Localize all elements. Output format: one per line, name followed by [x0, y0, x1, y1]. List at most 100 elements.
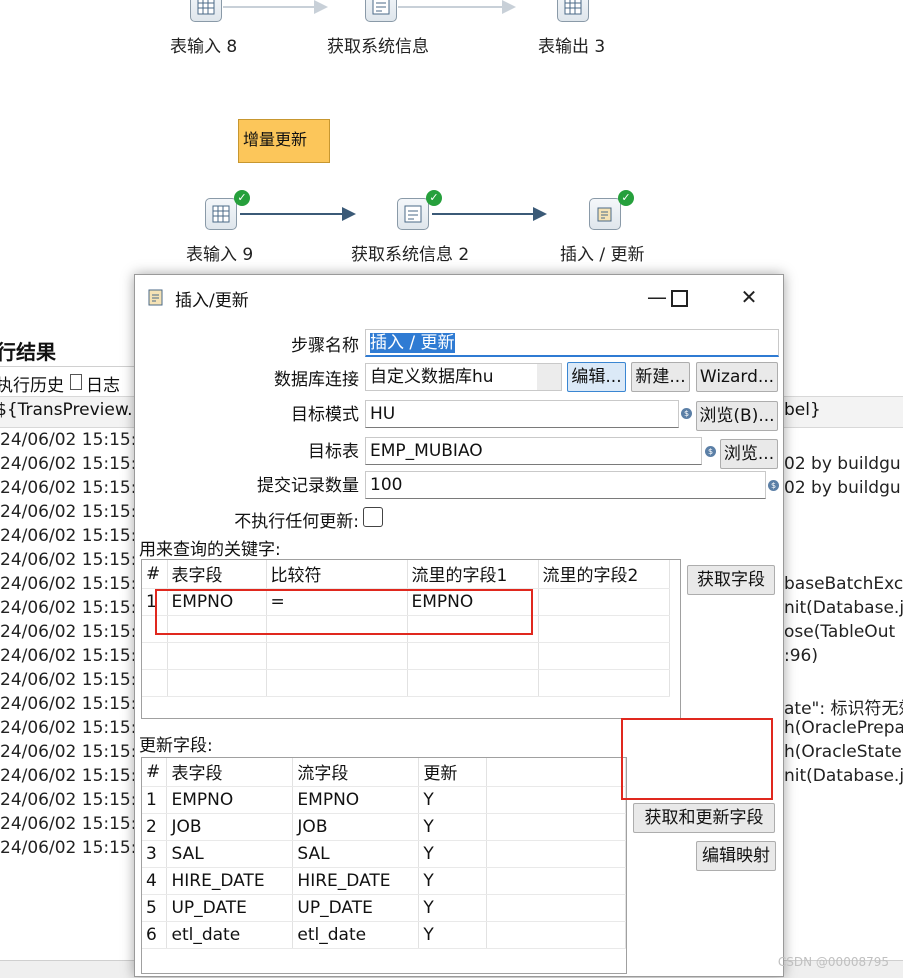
stream-field-cell[interactable]: SAL [292, 840, 420, 868]
table-row[interactable]: 1 EMPNO EMPNO Y [142, 786, 626, 814]
get-system-info-2-icon[interactable] [397, 198, 429, 230]
close-button[interactable]: ✕ [729, 281, 769, 313]
update-flag-cell[interactable]: Y [418, 840, 488, 868]
no-update-checkbox[interactable] [363, 507, 383, 527]
column-header[interactable]: 表字段 [166, 758, 294, 787]
target-schema-input[interactable]: HU [365, 400, 679, 428]
log-line: 24/06/02 15:15: [0, 766, 137, 786]
update-flag-cell[interactable]: Y [418, 786, 488, 814]
column-header[interactable]: 更新 [418, 758, 488, 787]
lookup-keys-label: 用来查询的关键字: [139, 540, 281, 560]
table-field-cell[interactable]: HIRE_DATE [166, 867, 294, 895]
success-check-icon: ✓ [618, 190, 634, 206]
log-line: 02 by buildgu [784, 454, 901, 474]
stream-field-cell[interactable]: HIRE_DATE [292, 867, 420, 895]
step-label-get-system-info: 获取系统信息 [327, 37, 429, 57]
column-header[interactable]: 比较符 [266, 560, 408, 589]
db-connection-value: 自定义数据库hu [370, 367, 494, 387]
table-field-cell[interactable]: UP_DATE [166, 894, 294, 922]
log-line: 24/06/02 15:15: [0, 574, 137, 594]
table-input-9-icon[interactable] [205, 198, 237, 230]
table-field-cell[interactable]: SAL [166, 840, 294, 868]
column-header[interactable]: 流里的字段1 [407, 560, 539, 589]
table-row[interactable]: 2 JOB JOB Y [142, 813, 626, 841]
update-flag-cell[interactable]: Y [418, 894, 488, 922]
target-table-input[interactable]: EMP_MUBIAO [365, 437, 702, 465]
update-flag-cell[interactable]: Y [418, 813, 488, 841]
browse-schema-button[interactable]: 浏览(B)... [696, 401, 778, 431]
step-name-input[interactable]: 插入 / 更新 [365, 329, 779, 357]
get-system-info-icon[interactable] [365, 0, 397, 22]
new-connection-button[interactable]: 新建... [631, 362, 690, 392]
log-line: ate": 标识符无效 [784, 699, 903, 719]
close-icon: ✕ [740, 285, 758, 309]
edit-connection-button[interactable]: 编辑... [567, 362, 626, 392]
table-field-cell[interactable]: etl_date [166, 921, 294, 949]
table-row[interactable]: 6 etl_date etl_date Y [142, 921, 626, 949]
stream-field-cell[interactable]: UP_DATE [292, 894, 420, 922]
variable-icon: $ [705, 446, 716, 457]
table-header-row: # 表字段 比较符 流里的字段1 流里的字段2 [142, 560, 670, 589]
hop-line [432, 207, 547, 221]
update-fields-label: 更新字段: [139, 736, 213, 756]
table-output-3-icon[interactable] [557, 0, 589, 22]
log-line: 24/06/02 15:15: [0, 526, 137, 546]
update-flag-cell[interactable]: Y [418, 867, 488, 895]
hop-line [240, 207, 356, 221]
dialog-title: 插入/更新 [175, 291, 249, 311]
note-incremental-update[interactable]: 增量更新 [238, 119, 330, 163]
column-header[interactable]: 流字段 [292, 758, 420, 787]
log-line: 24/06/02 15:15: [0, 790, 137, 810]
table-field-cell[interactable]: JOB [166, 813, 294, 841]
wizard-button[interactable]: Wizard... [696, 362, 778, 392]
table-input-8-icon[interactable] [190, 0, 222, 22]
update-flag-cell[interactable]: Y [418, 921, 488, 949]
edit-mapping-button[interactable]: 编辑映射 [696, 841, 776, 871]
log-line: h(OraclePrepa [784, 718, 903, 738]
row-number: 5 [142, 894, 168, 922]
log-line: 24/06/02 15:15: [0, 622, 137, 642]
table-row[interactable]: 5 UP_DATE UP_DATE Y [142, 894, 626, 922]
get-update-fields-button[interactable]: 获取和更新字段 [633, 803, 775, 833]
tab-execution-history[interactable]: 执行历史 [0, 371, 64, 396]
commit-size-input[interactable]: 100 [365, 471, 766, 499]
hop-line [223, 0, 328, 14]
stream-field-cell[interactable]: etl_date [292, 921, 420, 949]
row-number: 2 [142, 813, 168, 841]
update-fields-table[interactable]: # 表字段 流字段 更新 1 EMPNO EMPNO Y 2 JOB JOB Y… [141, 757, 627, 974]
dialog-body: 步骤名称 插入 / 更新 数据库连接 自定义数据库hu 编辑... 新建... … [135, 319, 783, 976]
table-row[interactable]: 3 SAL SAL Y [142, 840, 626, 868]
dialog-titlebar[interactable]: 插入/更新 — ✕ [135, 275, 783, 319]
panel-header-divider [0, 366, 134, 367]
insert-update-icon[interactable] [589, 198, 621, 230]
tab-log[interactable]: 日志 [86, 371, 120, 396]
log-line: 24/06/02 15:15: [0, 646, 137, 666]
maximize-button[interactable] [659, 281, 699, 313]
table-row[interactable] [142, 669, 670, 697]
step-name-value: 插入 / 更新 [370, 333, 455, 353]
get-fields-button[interactable]: 获取字段 [687, 565, 775, 595]
highlight-box [621, 718, 773, 800]
commit-size-label: 提交记录数量 [257, 476, 359, 496]
commit-size-value: 100 [370, 475, 403, 495]
lookup-keys-table[interactable]: # 表字段 比较符 流里的字段1 流里的字段2 1 EMPNO = EMPNO [141, 559, 681, 719]
step-label-insert-update: 插入 / 更新 [560, 245, 645, 265]
table-row[interactable] [142, 642, 670, 670]
column-header[interactable]: 表字段 [167, 560, 267, 589]
table-row[interactable]: 4 HIRE_DATE HIRE_DATE Y [142, 867, 626, 895]
stream-field-cell[interactable]: JOB [292, 813, 420, 841]
browse-table-button[interactable]: 浏览... [720, 439, 778, 469]
log-line: 24/06/02 15:15: [0, 478, 137, 498]
log-line: 24/06/02 15:15: [0, 838, 137, 858]
target-table-value: EMP_MUBIAO [370, 441, 483, 461]
db-connection-select[interactable]: 自定义数据库hu [365, 363, 562, 391]
insert-update-dialog: 插入/更新 — ✕ 步骤名称 插入 / 更新 数据库连接 自定义数据库hu 编辑… [134, 274, 784, 977]
table-field-cell[interactable]: EMPNO [166, 786, 294, 814]
stream-field2-cell[interactable] [538, 588, 670, 616]
log-line: 24/06/02 15:15: [0, 694, 137, 714]
stream-field-cell[interactable]: EMPNO [292, 786, 420, 814]
variable-icon: $ [768, 480, 779, 491]
log-line: nit(Database.ja [784, 766, 903, 786]
log-line: 24/06/02 15:15: [0, 742, 137, 762]
column-header[interactable]: 流里的字段2 [538, 560, 670, 589]
